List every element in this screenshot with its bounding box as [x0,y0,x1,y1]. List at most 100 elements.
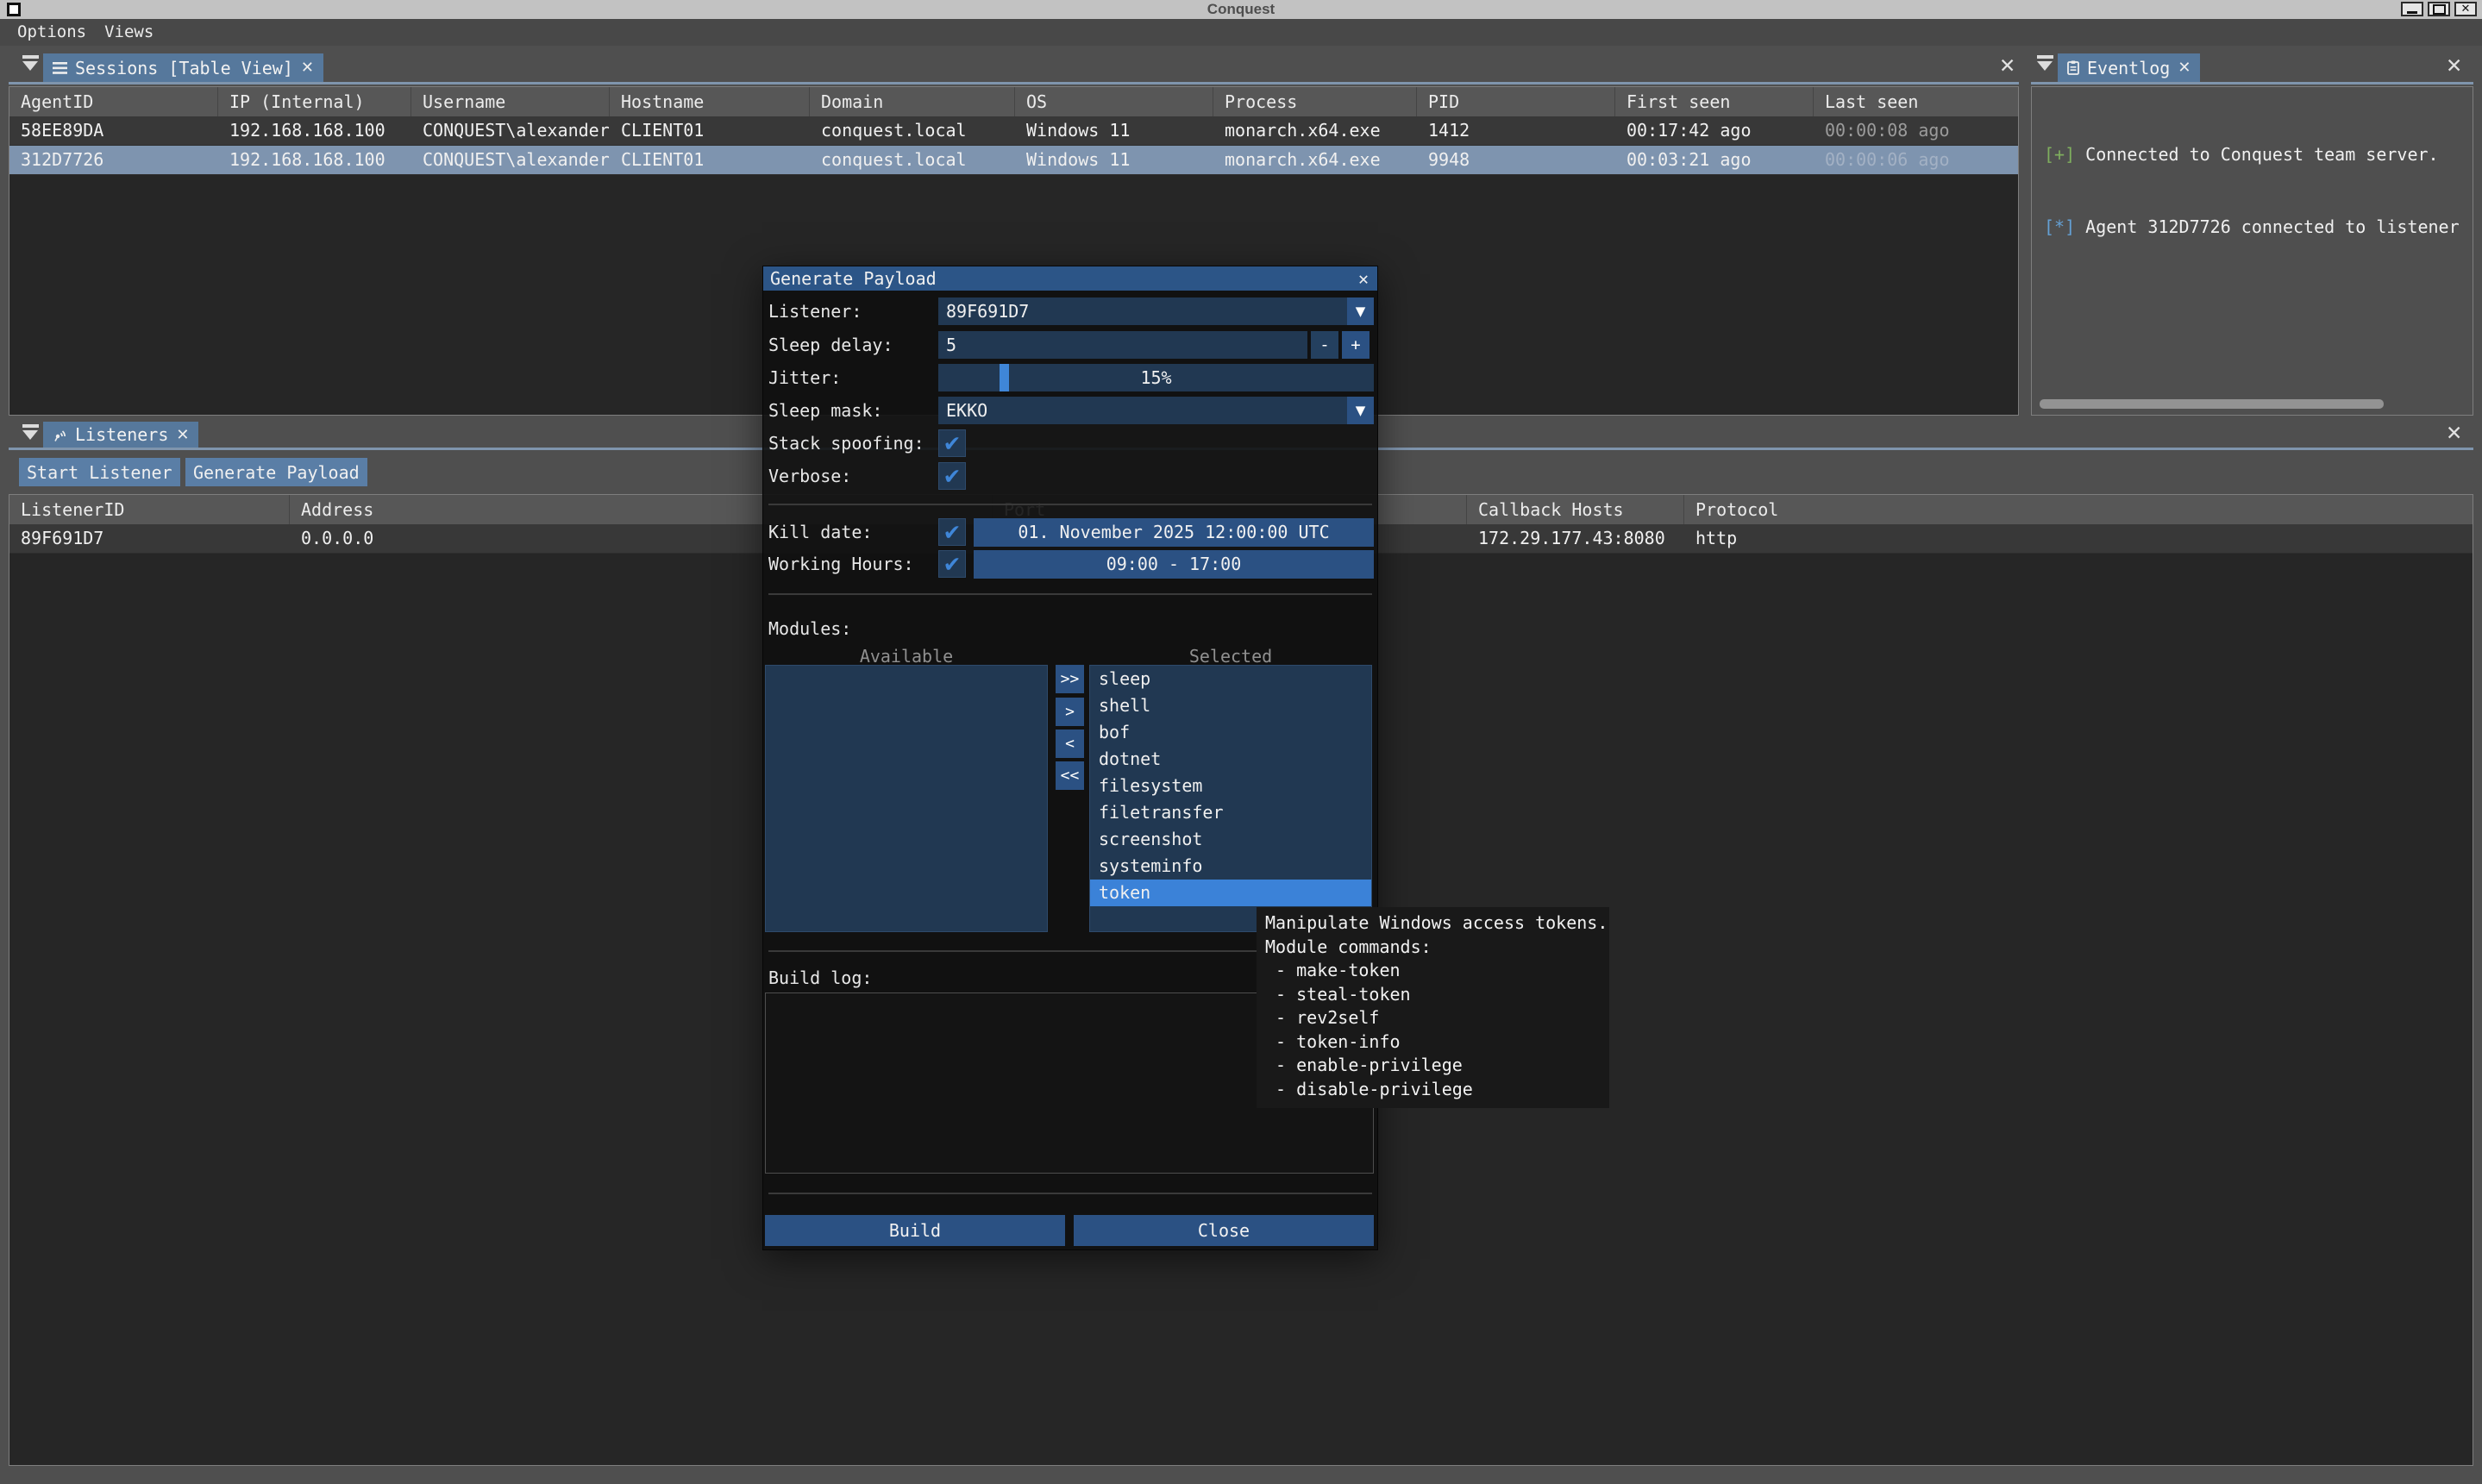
col-username[interactable]: Username [411,87,610,116]
dialog-close-icon[interactable]: ✕ [1358,268,1369,289]
col-hostname[interactable]: Hostname [610,87,810,116]
session-row[interactable]: 58EE89DA 192.168.168.100 CONQUEST\alexan… [9,116,2018,146]
tab-listeners-label: Listeners [75,424,168,445]
col-process[interactable]: Process [1213,87,1417,116]
tab-listeners[interactable]: Listeners ✕ [43,422,198,448]
close-icon: ✕ [2461,3,2471,15]
eventlog-dock-close-icon[interactable]: ✕ [2446,55,2462,78]
module-item[interactable]: shell [1090,692,1371,719]
move-right-button[interactable]: > [1056,698,1084,726]
module-tooltip: Manipulate Windows access tokens. Module… [1257,907,1609,1108]
available-header: Available [765,646,1048,667]
move-left-button[interactable]: < [1056,729,1084,758]
jitter-value: 15% [938,364,1374,391]
listener-label: Listener: [768,297,862,325]
selected-header: Selected [1089,646,1372,667]
close-button[interactable]: Close [1074,1215,1374,1246]
start-listener-button[interactable]: Start Listener [19,458,180,486]
working-hours-picker[interactable]: 09:00 - 17:00 [974,550,1374,579]
working-hours-checkbox[interactable]: ✔ [938,550,966,578]
move-all-left-button[interactable]: << [1056,761,1084,790]
move-all-right-button[interactable]: >> [1056,665,1084,693]
col-pid[interactable]: PID [1417,87,1615,116]
eventlog-line: [*] Agent 312D7726 connected to listener [2044,215,2473,239]
module-item[interactable]: filetransfer [1090,799,1371,826]
minimize-icon [2407,11,2417,14]
menu-options[interactable]: Options [17,19,86,46]
sleep-mask-label: Sleep mask: [768,397,882,424]
tab-listeners-close-icon[interactable]: ✕ [176,426,189,444]
eventlog-tab-underline [2031,82,2473,85]
close-window-button[interactable]: ✕ [2454,2,2477,16]
menu-views[interactable]: Views [104,19,154,46]
tab-sessions-label: Sessions [Table View] [75,58,293,78]
sleep-delay-decrement-button[interactable]: - [1311,331,1338,359]
module-item[interactable]: bof [1090,719,1371,746]
verbose-label: Verbose: [768,462,851,490]
sessions-tab-underline [9,82,2019,85]
stack-spoofing-label: Stack spoofing: [768,429,924,457]
dialog-title: Generate Payload [770,268,937,289]
col-protocol[interactable]: Protocol [1684,495,2473,524]
col-last-seen[interactable]: Last seen [1814,87,2018,116]
sleep-mask-select[interactable]: EKKO ▼ [938,397,1374,424]
tab-eventlog-label: Eventlog [2087,58,2170,78]
check-icon: ✔ [943,554,962,575]
chevron-down-icon[interactable]: ▼ [1347,397,1374,424]
module-item[interactable]: systeminfo [1090,853,1371,880]
separator [768,1193,1372,1194]
kill-date-picker[interactable]: 01. November 2025 12:00:00 UTC [974,518,1374,547]
module-item-selected[interactable]: token [1090,880,1371,906]
module-item[interactable]: sleep [1090,666,1371,692]
minimize-button[interactable] [2401,2,2423,16]
col-first-seen[interactable]: First seen [1615,87,1814,116]
jitter-slider[interactable]: 15% [938,364,1374,391]
col-domain[interactable]: Domain [810,87,1015,116]
verbose-checkbox[interactable]: ✔ [938,462,966,490]
kill-date-checkbox[interactable]: ✔ [938,518,966,546]
col-ip-internal[interactable]: IP (Internal) [218,87,411,116]
module-item[interactable]: screenshot [1090,826,1371,853]
chevron-down-icon[interactable]: ▼ [1347,297,1374,325]
maximize-icon [2433,4,2446,15]
dialog-titlebar[interactable]: Generate Payload ✕ [763,266,1377,291]
col-callback-hosts[interactable]: Callback Hosts [1467,495,1684,524]
generate-payload-button[interactable]: Generate Payload [185,458,367,486]
listener-select[interactable]: 89F691D7 ▼ [938,297,1374,325]
listeners-dock-float-icon[interactable] [22,424,39,440]
eventlog-output: [+] Connected to Conquest team server. [… [2032,87,2473,287]
eventlog-panel: [+] Connected to Conquest team server. [… [2031,86,2473,416]
working-hours-label: Working Hours: [768,550,914,578]
sleep-delay-input[interactable]: 5 [938,331,1307,359]
sessions-dock-float-icon[interactable] [22,55,39,71]
tab-sessions[interactable]: Sessions [Table View] ✕ [43,53,323,82]
listeners-dock-close-icon[interactable]: ✕ [2446,423,2462,445]
col-listenerid[interactable]: ListenerID [9,495,290,524]
eventlog-hscrollbar[interactable] [2040,399,2384,409]
module-item[interactable]: filesystem [1090,773,1371,799]
window-title: Conquest [0,0,2482,19]
selected-modules-list: sleep shell bof dotnet filesystem filetr… [1089,665,1372,932]
module-item[interactable]: dotnet [1090,746,1371,773]
available-modules-list[interactable] [765,665,1048,932]
eventlog-dock-float-icon[interactable] [2037,55,2053,71]
tab-eventlog-close-icon[interactable]: ✕ [2178,59,2191,77]
build-button[interactable]: Build [765,1215,1065,1246]
col-agentid[interactable]: AgentID [9,87,218,116]
conquest-window: { "window": { "title": "Conquest", "menu… [0,0,2482,1484]
eventlog-line: [+] Connected to Conquest team server. [2044,142,2473,166]
tab-eventlog[interactable]: Eventlog ✕ [2058,53,2200,82]
table-view-icon [53,62,67,74]
maximize-button[interactable] [2428,2,2450,16]
sessions-dock-close-icon[interactable]: ✕ [1999,55,2015,78]
tab-sessions-close-icon[interactable]: ✕ [301,59,314,77]
sleep-delay-label: Sleep delay: [768,331,893,359]
session-row-selected[interactable]: 312D7726 192.168.168.100 CONQUEST\alexan… [9,146,2018,175]
build-log-label: Build log: [768,964,872,992]
separator [768,593,1372,595]
check-icon: ✔ [943,433,962,454]
separator [768,504,1372,505]
col-os[interactable]: OS [1015,87,1213,116]
stack-spoofing-checkbox[interactable]: ✔ [938,429,966,457]
sleep-delay-increment-button[interactable]: + [1342,331,1369,359]
